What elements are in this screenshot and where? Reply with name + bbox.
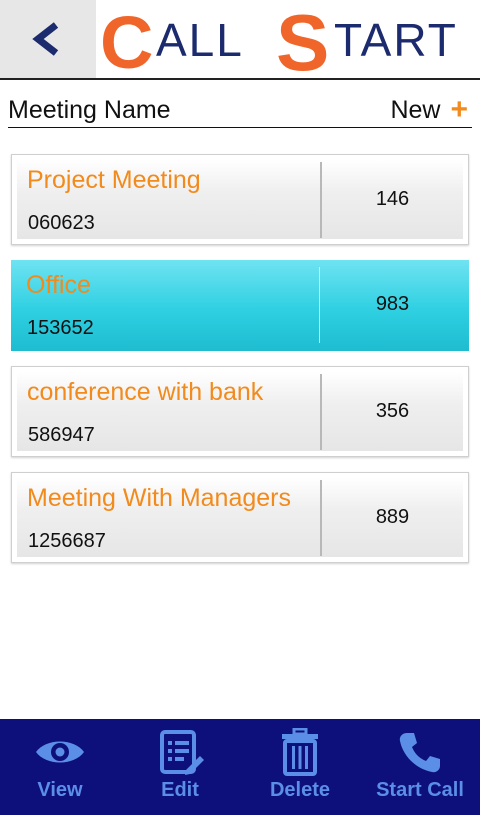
meeting-card[interactable]: conference with bank 586947 356 <box>11 366 469 457</box>
bottom-toolbar: View Edit Delete Start Call <box>0 719 480 815</box>
card-divider <box>319 267 320 343</box>
meeting-count: 356 <box>375 400 410 422</box>
meeting-code: 060623 <box>28 212 95 234</box>
logo-letter-c: C <box>100 4 153 76</box>
meeting-card-body: conference with bank 586947 356 <box>17 372 463 451</box>
meeting-count: 889 <box>375 506 410 528</box>
back-button[interactable] <box>0 0 96 78</box>
chevron-left-icon <box>32 22 59 56</box>
meeting-card[interactable]: Meeting With Managers 1256687 889 <box>11 472 469 563</box>
meeting-code: 1256687 <box>28 530 106 552</box>
new-meeting-label: New <box>390 96 441 124</box>
new-meeting-button[interactable]: New + <box>390 94 468 126</box>
meeting-name: Office <box>26 271 91 299</box>
meeting-card-selected[interactable]: Office 153652 983 <box>11 260 469 351</box>
delete-button[interactable]: Delete <box>240 719 360 815</box>
meeting-card-body: Meeting With Managers 1256687 889 <box>17 478 463 557</box>
meeting-name: Meeting With Managers <box>27 484 292 512</box>
view-button[interactable]: View <box>0 719 120 815</box>
logo-text-tart: TART <box>334 14 458 66</box>
meeting-name: Project Meeting <box>27 166 201 194</box>
edit-label: Edit <box>161 779 199 801</box>
list-header: Meeting Name New + <box>8 94 472 128</box>
eye-icon <box>32 727 88 777</box>
callstart-logo: C ALL S TART <box>100 4 458 76</box>
meeting-card-body: Office 153652 983 <box>16 265 464 346</box>
meeting-list: Project Meeting 060623 146 Office 153652… <box>11 154 469 578</box>
start-call-button[interactable]: Start Call <box>360 719 480 815</box>
edit-list-icon <box>152 727 208 777</box>
logo-text-all: ALL <box>156 14 244 66</box>
plus-icon: + <box>450 93 468 126</box>
meeting-count: 146 <box>375 188 410 210</box>
page-title: Meeting Name <box>8 96 171 124</box>
view-label: View <box>37 779 83 801</box>
meeting-name: conference with bank <box>27 378 264 406</box>
logo-letter-s: S <box>276 4 329 76</box>
start-call-label: Start Call <box>376 779 464 801</box>
meeting-count: 983 <box>375 293 410 315</box>
phone-icon <box>392 727 448 777</box>
meeting-code: 153652 <box>27 317 94 339</box>
delete-label: Delete <box>269 779 331 801</box>
meeting-card-body: Project Meeting 060623 146 <box>17 160 463 239</box>
meeting-code: 586947 <box>28 424 95 446</box>
meeting-card[interactable]: Project Meeting 060623 146 <box>11 154 469 245</box>
edit-button[interactable]: Edit <box>120 719 240 815</box>
app-header: C ALL S TART <box>0 0 480 80</box>
trash-icon <box>272 727 328 777</box>
